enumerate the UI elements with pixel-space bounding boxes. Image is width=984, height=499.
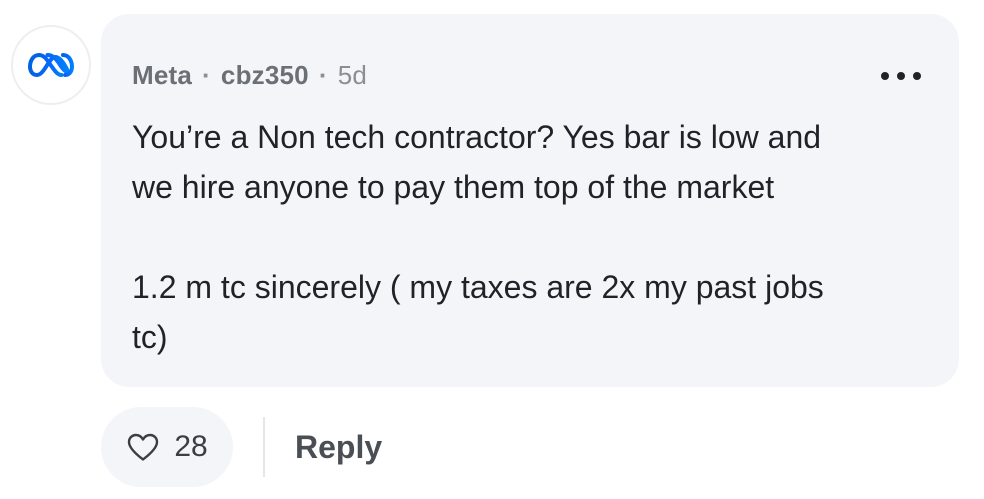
comment-body: You’re a Non tech contractor? Yes bar is… [132,112,922,362]
meta-separator: · [202,60,211,90]
more-options-icon [897,72,905,80]
meta-separator: · [318,60,328,90]
timestamp: 5d [337,60,368,90]
more-options-button[interactable] [881,66,921,86]
company-name[interactable]: Meta [132,60,192,91]
like-button[interactable]: 28 [101,407,233,487]
comment-line: You’re a Non tech contractor? Yes bar is… [132,119,822,155]
comment-meta: Meta · cbz350 · 5d [132,60,367,91]
more-options-icon [881,72,889,80]
reply-button[interactable]: Reply [295,429,382,466]
meta-logo-icon [28,53,74,77]
username[interactable]: cbz350 [221,60,309,91]
action-divider [263,417,265,477]
comment-line: 1.2 m tc sincerely ( my taxes are 2x my … [132,269,824,305]
comment-line: we hire anyone to pay them top of the ma… [132,169,775,205]
comment-thread: Meta · cbz350 · 5d You’re a Non tech con… [0,0,984,499]
comment-bubble: Meta · cbz350 · 5d You’re a Non tech con… [101,14,959,387]
heart-icon [128,433,159,461]
company-avatar[interactable] [11,25,91,105]
like-count: 28 [174,430,208,463]
comment-actions: 28 Reply [101,407,382,487]
more-options-icon [913,72,921,80]
comment-line: tc) [132,319,168,355]
